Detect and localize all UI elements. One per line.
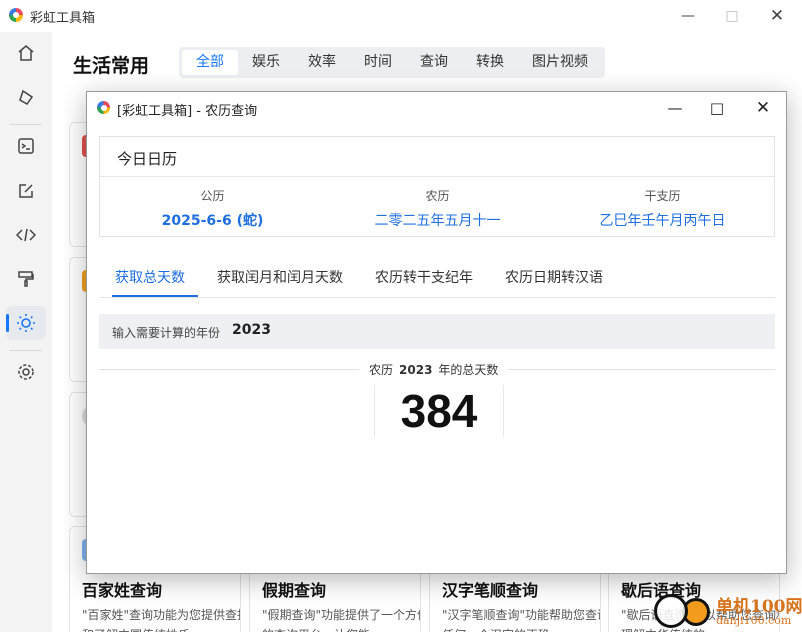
sidebar-divider — [10, 124, 42, 125]
watermark: 单机100网 danji100.com — [650, 590, 802, 632]
card-desc: "百家姓"查询功能为您提供查找和了解中国传统姓氏... — [82, 608, 240, 632]
tab-convert[interactable]: 转换 — [462, 50, 518, 75]
today-label: 今日日历 — [117, 150, 178, 168]
card-desc: "汉字笔顺查询"功能帮助您查询任何一个汉字的正确... — [442, 608, 600, 632]
close-icon[interactable]: ✕ — [750, 96, 776, 120]
year-input[interactable]: 2023 — [232, 322, 271, 338]
result-number: 384 — [400, 385, 478, 437]
tab-total-days[interactable]: 获取总天数 — [115, 267, 185, 287]
home-icon[interactable] — [6, 36, 46, 70]
gregorian-value: 2025-6-6 (蛇) — [161, 213, 264, 229]
card-desc: "假期查询"功能提供了一个方便的查询平台，让您能... — [262, 608, 420, 632]
settings-icon[interactable] — [6, 355, 46, 389]
tab-query[interactable]: 查询 — [406, 50, 462, 75]
card-title: 假期查询 — [262, 581, 327, 600]
tab-efficiency[interactable]: 效率 — [294, 50, 350, 75]
card-title: 百家姓查询 — [82, 581, 163, 600]
year-input-bar[interactable]: 输入需要计算的年份 2023 — [99, 314, 775, 349]
tab-lunar-to-chinese[interactable]: 农历日期转汉语 — [505, 267, 603, 287]
category-tabs: 全部 娱乐 效率 时间 查询 转换 图片视频 — [179, 47, 605, 78]
year-input-label: 输入需要计算的年份 — [112, 326, 221, 340]
ganzhi-label: 干支历 — [644, 189, 681, 203]
tab-all[interactable]: 全部 — [182, 50, 238, 75]
result-caption: 农历 2023 年的总天数 — [359, 361, 509, 378]
gregorian-label: 公历 — [200, 189, 225, 203]
dialog-title: [彩虹工具箱] - 农历查询 — [117, 104, 258, 119]
card-title: 汉字笔顺查询 — [442, 581, 539, 600]
tab-image-video[interactable]: 图片视频 — [518, 50, 602, 75]
lunar-column: 农历 二零二五年五月十一 — [325, 187, 550, 230]
app-logo-icon — [9, 8, 23, 22]
eraser-icon[interactable] — [6, 80, 46, 114]
tab-leap-month[interactable]: 获取闰月和闰月天数 — [217, 267, 343, 287]
ganzhi-column: 干支历 乙巳年壬午月丙午日 — [550, 187, 775, 230]
sidebar — [0, 32, 52, 632]
ganzhi-value: 乙巳年壬午月丙午日 — [599, 213, 726, 229]
result-year: 2023 — [399, 363, 433, 377]
tab-entertainment[interactable]: 娱乐 — [238, 50, 294, 75]
today-header: 今日日历 — [100, 137, 774, 177]
lunar-calendar-dialog: [彩虹工具箱] - 农历查询 — □ ✕ 今日日历 公历 2025-6-6 (蛇… — [86, 91, 787, 574]
function-tabs: 获取总天数 获取闰月和闰月天数 农历转干支纪年 农历日期转汉语 — [99, 258, 775, 298]
result-prefix: 农历 — [369, 363, 394, 377]
app-title: 彩虹工具箱 — [30, 11, 96, 26]
tab-ganzhi-year[interactable]: 农历转干支纪年 — [375, 267, 473, 287]
gregorian-column: 公历 2025-6-6 (蛇) — [100, 187, 325, 230]
app-logo-icon — [97, 101, 110, 114]
watermark-ring-icon — [654, 594, 688, 628]
maximize-icon[interactable]: □ — [720, 4, 744, 28]
app-titlebar: 彩虹工具箱 — □ ✕ — [0, 0, 802, 32]
page-title: 生活常用 — [73, 55, 150, 77]
watermark-sub: danji100.com — [716, 614, 792, 627]
lunar-value: 二零二五年五月十一 — [374, 213, 501, 229]
active-tab-underline — [112, 295, 198, 297]
edit-icon[interactable] — [6, 174, 46, 208]
minimize-icon[interactable]: — — [662, 96, 688, 120]
result-suffix: 年的总天数 — [438, 363, 499, 377]
dialog-titlebar: [彩虹工具箱] - 农历查询 — □ ✕ — [87, 92, 786, 124]
result-box: 384 — [374, 385, 504, 437]
close-icon[interactable]: ✕ — [765, 4, 789, 28]
sidebar-divider — [10, 350, 42, 351]
paint-roller-icon[interactable] — [6, 262, 46, 296]
tab-time[interactable]: 时间 — [350, 50, 406, 75]
maximize-icon[interactable]: □ — [704, 96, 730, 120]
code-icon[interactable] — [6, 218, 46, 252]
terminal-icon[interactable] — [6, 129, 46, 163]
lunar-label: 农历 — [425, 189, 450, 203]
today-calendar-panel: 今日日历 公历 2025-6-6 (蛇) 农历 二零二五年五月十一 干支历 乙巳… — [99, 136, 775, 237]
sun-icon[interactable] — [6, 306, 46, 340]
minimize-icon[interactable]: — — [676, 4, 700, 28]
